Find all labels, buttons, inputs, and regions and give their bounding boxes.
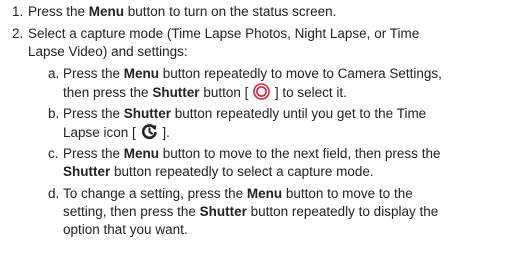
substep-letter: c. [48, 146, 59, 161]
shutter-button-icon [253, 83, 270, 105]
substep-text: Press the Menu button to move to the nex… [63, 146, 441, 161]
substep-letter: d. [48, 186, 60, 201]
shutter-label: Shutter [123, 106, 172, 121]
menu-label: Menu [123, 66, 160, 81]
step-number: 1. [12, 4, 24, 19]
shutter-label: Shutter [152, 85, 200, 100]
shutter-label: Shutter [63, 164, 111, 179]
menu-label: Menu [88, 4, 125, 19]
substep-text: then press the Shutter button [ ] to sel… [63, 83, 347, 105]
menu-label: Menu [123, 146, 160, 161]
step-number: 2. [12, 26, 24, 41]
substep-text: To change a setting, press the Menu butt… [63, 186, 413, 201]
instruction-document: 1. Press the Menu button to turn on the … [0, 0, 505, 256]
step-text: Press the Menu button to turn on the sta… [28, 4, 337, 19]
substep-text: Shutter button repeatedly to select a ca… [63, 164, 374, 179]
time-lapse-icon [141, 123, 158, 145]
substep-letter: b. [48, 106, 60, 121]
substep-letter: a. [48, 66, 60, 81]
menu-label: Menu [246, 186, 283, 201]
substep-text: Press the Shutter button repeatedly unti… [63, 106, 427, 121]
substep-text: Lapse icon [ ]. [63, 123, 170, 145]
step-text: Select a capture mode (Time Lapse Photos… [28, 26, 420, 41]
substep-text: option that you want. [63, 222, 188, 237]
substep-text: setting, then press the Shutter button r… [63, 204, 439, 219]
shutter-label: Shutter [199, 204, 247, 219]
step-text: Lapse Video) and settings: [28, 44, 188, 59]
substep-text: Press the Menu button repeatedly to move… [63, 66, 442, 81]
